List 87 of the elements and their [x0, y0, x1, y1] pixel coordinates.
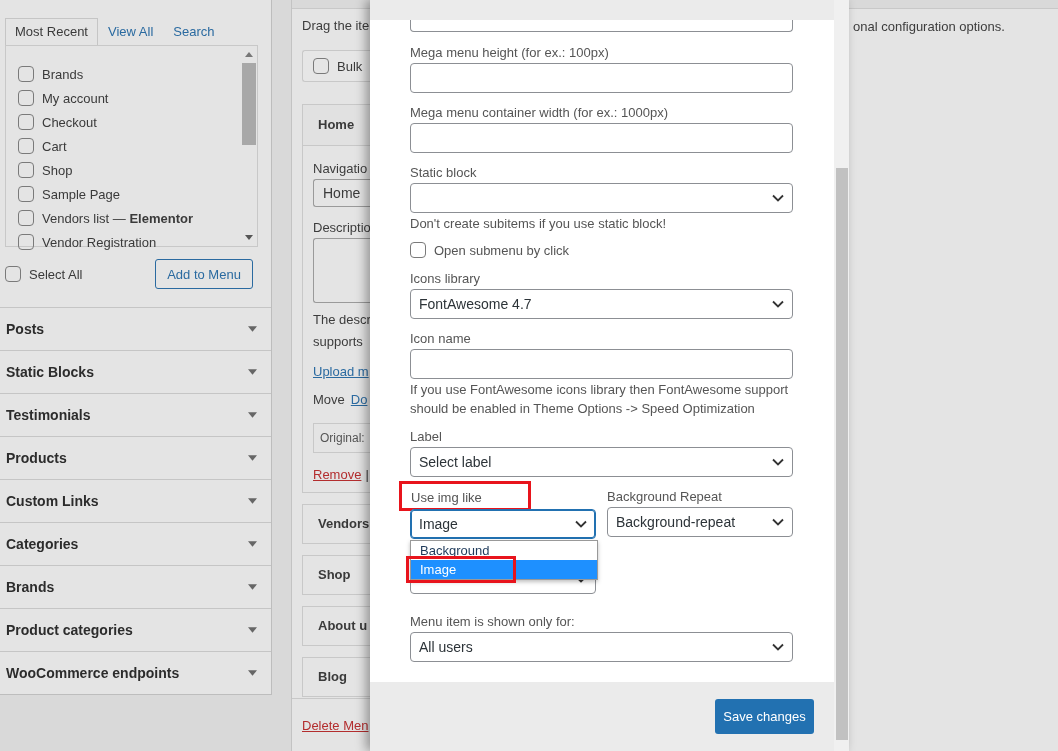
accordion-section[interactable]: Categories — [0, 522, 271, 565]
hint-text: Don't create subitems if you use static block! — [410, 215, 668, 233]
field-label: Use img like — [402, 484, 528, 508]
instruction-text: Drag the ite — [302, 18, 370, 35]
checkbox[interactable] — [313, 58, 329, 74]
accordion-section[interactable]: Static Blocks — [0, 350, 271, 393]
caret-icon — [248, 326, 257, 332]
select-field[interactable] — [410, 20, 793, 32]
caret-icon — [248, 455, 257, 461]
description-text: The descr — [313, 312, 370, 329]
caret-icon — [248, 670, 257, 676]
add-to-menu-button[interactable]: Add to Menu — [155, 259, 253, 289]
scrollbar[interactable] — [834, 0, 849, 751]
checkbox[interactable] — [5, 266, 21, 282]
caret-icon — [248, 369, 257, 375]
select-field[interactable]: FontAwesome 4.7 — [410, 289, 793, 319]
field-label: Navigatio — [313, 161, 369, 178]
separator-text: | — [365, 467, 369, 482]
select-field[interactable]: Select label — [410, 447, 793, 477]
checkbox[interactable] — [18, 114, 34, 130]
chevron-down-icon — [772, 194, 784, 202]
hint-text: If you use FontAwesome icons library then FontAwesome support should be enabled in Theme Options -> Speed Optimization — [410, 381, 790, 418]
accordion-section[interactable]: Testimonials — [0, 393, 271, 436]
tab[interactable]: Most Recent — [5, 18, 98, 45]
accordion-section[interactable]: Products — [0, 436, 271, 479]
checkbox[interactable] — [18, 186, 34, 202]
caret-icon — [248, 412, 257, 418]
page-item-label: Brands — [42, 66, 84, 82]
caret-icon — [248, 541, 257, 547]
checkbox[interactable] — [410, 242, 426, 258]
accordion-section[interactable]: Custom Links — [0, 479, 271, 522]
checkbox[interactable] — [18, 210, 34, 226]
select-field[interactable]: Background-repeat — [607, 507, 793, 537]
accordion-section[interactable]: Brands — [0, 565, 271, 608]
scroll-down-icon[interactable] — [245, 235, 253, 240]
bulk-select-label: Bulk — [337, 58, 363, 74]
field-label: Label — [410, 428, 443, 446]
checkbox[interactable] — [18, 66, 34, 82]
input-field[interactable] — [410, 63, 793, 93]
dropdown-option[interactable]: Background — [411, 541, 597, 560]
page-item-label: Checkout — [42, 114, 97, 130]
accordion-section[interactable]: Product categories — [0, 608, 271, 651]
field-label: Background Repeat — [607, 488, 723, 506]
select-field[interactable]: All users — [410, 632, 793, 662]
chevron-down-icon — [772, 643, 784, 651]
chevron-down-icon — [575, 520, 587, 528]
checkbox-label: Open submenu by click — [434, 242, 570, 258]
caret-icon — [248, 498, 257, 504]
chevron-down-icon — [772, 300, 784, 308]
caret-icon — [248, 584, 257, 590]
accordion-section[interactable]: Posts — [0, 307, 271, 350]
page-item-label: Shop — [42, 162, 73, 178]
field-label: Mega menu container width (for ex.: 1000px) — [410, 104, 669, 122]
input-field[interactable] — [410, 349, 793, 379]
input-field[interactable] — [410, 123, 793, 153]
chevron-down-icon — [772, 518, 784, 526]
select-all-label: Select All — [29, 266, 83, 282]
field-label: Mega menu height (for ex.: 100px) — [410, 44, 610, 62]
select-field[interactable] — [410, 183, 793, 213]
page-item-label: Vendor Registration — [42, 234, 157, 250]
description-text: supports — [313, 334, 364, 351]
accordion-section[interactable]: WooCommerce endpoints — [0, 651, 271, 694]
page-item-label: Cart — [42, 138, 67, 154]
select-field[interactable]: Image — [410, 509, 596, 539]
field-label: Icon name — [410, 330, 472, 348]
upload-link[interactable]: Upload m — [313, 364, 369, 379]
save-button[interactable]: Save changes — [715, 699, 814, 734]
field-label: Icons library — [410, 270, 482, 288]
page-item-label: Vendors list — Elementor — [42, 210, 193, 226]
field-label: Descriptio — [313, 220, 370, 237]
tab[interactable]: View All — [98, 18, 164, 45]
page-item-label: My account — [42, 90, 109, 106]
instruction-text: onal configuration options. — [853, 19, 1006, 34]
checkbox[interactable] — [18, 138, 34, 154]
checkbox[interactable] — [18, 90, 34, 106]
chevron-down-icon — [772, 458, 784, 466]
move-link[interactable]: Do — [350, 392, 368, 407]
field-label: Static block — [410, 164, 478, 182]
field-label: Menu item is shown only for: — [410, 613, 576, 631]
caret-icon — [248, 627, 257, 633]
remove-link[interactable]: Remove — [313, 467, 362, 482]
checkbox[interactable] — [18, 234, 34, 250]
scroll-up-icon[interactable] — [245, 52, 253, 57]
move-label: Move — [313, 392, 345, 407]
checkbox[interactable] — [18, 162, 34, 178]
tab[interactable]: Search — [163, 18, 225, 45]
page-item-label: Sample Page — [42, 186, 121, 202]
